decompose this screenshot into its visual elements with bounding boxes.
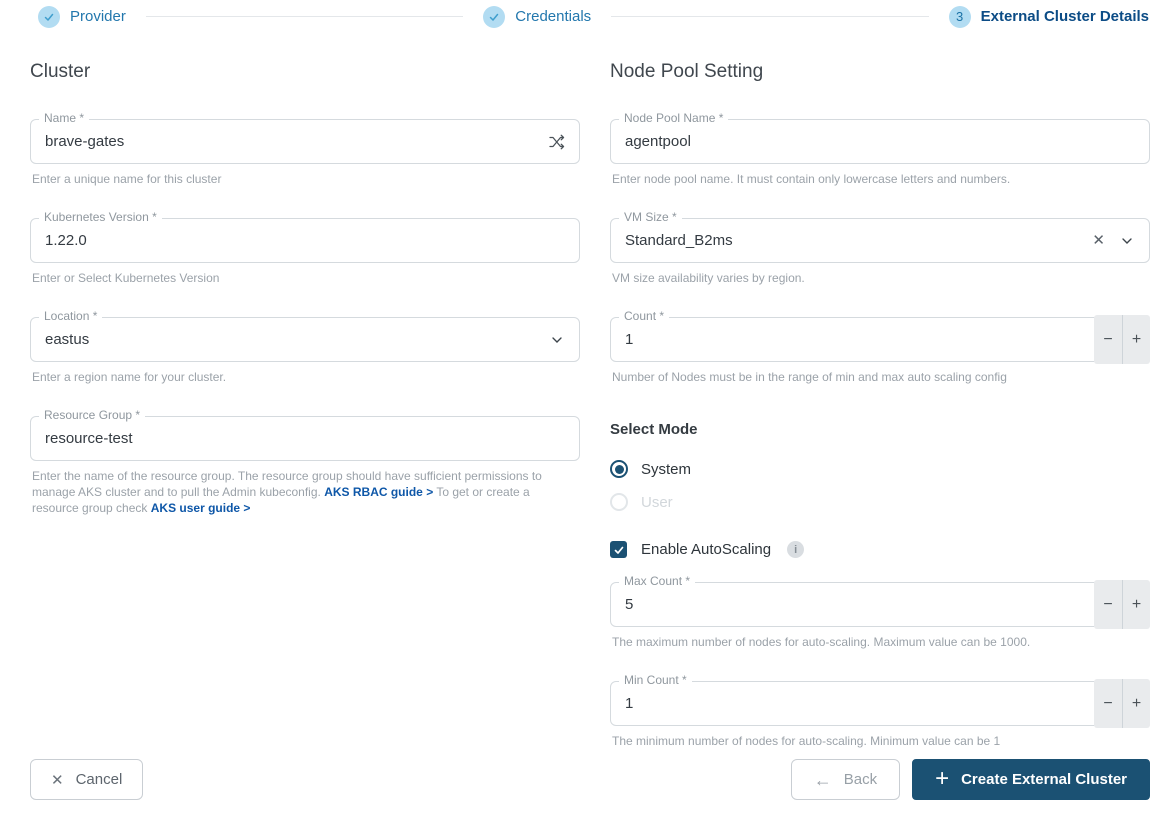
count-helper: Number of Nodes must be in the range of … xyxy=(612,370,1007,384)
max-count-field: Max Count * 5 − + xyxy=(610,574,1150,629)
kubernetes-version-value: 1.22.0 xyxy=(45,232,87,249)
kubernetes-version-helper: Enter or Select Kubernetes Version xyxy=(32,271,220,285)
count-field: Count * 1 − + xyxy=(610,309,1150,364)
stepper-connector xyxy=(145,16,464,17)
node-pool-name-label: Node Pool Name * xyxy=(619,111,729,126)
count-label: Count * xyxy=(619,309,670,324)
step-complete-icon xyxy=(483,5,506,28)
vm-size-select[interactable]: Standard_B2ms ✕ xyxy=(610,218,1150,263)
cluster-name-input[interactable]: brave-gates xyxy=(30,119,580,164)
min-count-value: 1 xyxy=(625,695,634,712)
mode-user-label: User xyxy=(641,493,673,511)
chevron-down-icon[interactable] xyxy=(1119,233,1135,249)
stepper-step-provider[interactable]: Provider xyxy=(38,5,126,28)
close-icon: ✕ xyxy=(51,771,64,789)
max-count-stepper: − + xyxy=(1094,580,1150,629)
min-count-decrement-button[interactable]: − xyxy=(1094,679,1122,728)
back-button-label: Back xyxy=(843,771,878,788)
resource-group-value: resource-test xyxy=(45,430,133,447)
step-complete-icon xyxy=(38,5,60,28)
enable-autoscaling-label: Enable AutoScaling xyxy=(641,541,772,558)
max-count-label: Max Count * xyxy=(619,574,696,589)
cancel-button[interactable]: ✕ Cancel xyxy=(30,759,144,800)
node-pool-name-value: agentpool xyxy=(625,133,691,150)
footer-actions: ✕ Cancel ← Back + Create External Cluste… xyxy=(0,759,1173,821)
count-decrement-button[interactable]: − xyxy=(1094,315,1122,364)
step-label-credentials: Credentials xyxy=(515,8,592,25)
plus-icon: + xyxy=(935,764,950,792)
max-count-value: 5 xyxy=(625,596,634,613)
aks-rbac-guide-link[interactable]: AKS RBAC guide > xyxy=(324,485,433,499)
cluster-name-helper: Enter a unique name for this cluster xyxy=(32,172,222,186)
resource-group-helper: Enter the name of the resource group. Th… xyxy=(32,468,556,516)
min-count-label: Min Count * xyxy=(619,673,692,688)
stepper-connector xyxy=(611,16,929,17)
step-number-badge: 3 xyxy=(948,5,971,28)
kubernetes-version-field: Kubernetes Version * 1.22.0 xyxy=(30,210,580,263)
cluster-section-title: Cluster xyxy=(30,61,91,82)
stepper-step-credentials[interactable]: Credentials xyxy=(483,5,592,28)
mode-system-label: System xyxy=(641,460,692,478)
enable-autoscaling-row[interactable]: Enable AutoScaling i xyxy=(610,541,1150,558)
location-value: eastus xyxy=(45,331,90,348)
clear-icon[interactable]: ✕ xyxy=(1092,233,1105,248)
form-content: Cluster Name * brave-gates Enter a uniqu… xyxy=(0,28,1173,759)
wizard-stepper: Provider Credentials 3 External Cluster … xyxy=(0,0,1173,28)
resource-group-field: Resource Group * resource-test xyxy=(30,408,580,461)
node-pool-section: Node Pool Setting Node Pool Name * agent… xyxy=(610,28,1150,759)
cancel-button-label: Cancel xyxy=(75,771,123,788)
location-field: Location * eastus xyxy=(30,309,580,362)
step-label-external-cluster-details: External Cluster Details xyxy=(980,8,1150,25)
vm-size-value: Standard_B2ms xyxy=(625,232,733,249)
min-count-helper: The minimum number of nodes for auto-sca… xyxy=(612,734,1001,748)
cluster-name-label: Name * xyxy=(39,111,90,126)
create-button-label: Create External Cluster xyxy=(961,771,1127,788)
cluster-name-value: brave-gates xyxy=(45,133,125,150)
mode-option-system[interactable]: System xyxy=(610,460,1150,478)
node-pool-section-title: Node Pool Setting xyxy=(610,61,764,82)
count-increment-button[interactable]: + xyxy=(1122,315,1150,364)
max-count-decrement-button[interactable]: − xyxy=(1094,580,1122,629)
count-input[interactable]: 1 xyxy=(610,317,1104,362)
location-helper: Enter a region name for your cluster. xyxy=(32,370,227,384)
checkbox-checked-icon[interactable] xyxy=(610,541,627,558)
count-value: 1 xyxy=(625,331,634,348)
check-icon xyxy=(614,546,623,554)
location-label: Location * xyxy=(39,309,103,324)
node-pool-name-field: Node Pool Name * agentpool xyxy=(610,111,1150,164)
max-count-helper: The maximum number of nodes for auto-sca… xyxy=(612,635,1031,649)
min-count-increment-button[interactable]: + xyxy=(1122,679,1150,728)
back-button[interactable]: ← Back xyxy=(790,759,901,800)
resource-group-label: Resource Group * xyxy=(39,408,146,423)
min-count-stepper: − + xyxy=(1094,679,1150,728)
check-icon xyxy=(490,13,499,21)
mode-option-user: User xyxy=(610,493,1150,511)
step-number: 3 xyxy=(955,9,964,24)
aks-user-guide-link[interactable]: AKS user guide > xyxy=(151,501,251,515)
vm-size-label: VM Size * xyxy=(619,210,682,225)
count-stepper: − + xyxy=(1094,315,1150,364)
cluster-section: Cluster Name * brave-gates Enter a uniqu… xyxy=(30,28,580,759)
step-label-provider: Provider xyxy=(70,8,126,25)
arrow-left-icon: ← xyxy=(813,769,832,790)
vm-size-field: VM Size * Standard_B2ms ✕ xyxy=(610,210,1150,263)
radio-disabled-icon xyxy=(610,493,628,511)
kubernetes-version-label: Kubernetes Version * xyxy=(39,210,162,225)
max-count-increment-button[interactable]: + xyxy=(1122,580,1150,629)
min-count-field: Min Count * 1 − + xyxy=(610,673,1150,728)
info-icon[interactable]: i xyxy=(787,541,805,558)
chevron-down-icon[interactable] xyxy=(549,332,565,348)
check-icon xyxy=(44,13,54,21)
select-mode-title: Select Mode xyxy=(610,421,698,438)
shuffle-name-icon[interactable] xyxy=(547,133,565,151)
cluster-name-field: Name * brave-gates xyxy=(30,111,580,164)
location-select[interactable]: eastus xyxy=(30,317,580,362)
create-external-cluster-button[interactable]: + Create External Cluster xyxy=(912,759,1150,800)
node-pool-name-helper: Enter node pool name. It must contain on… xyxy=(612,172,1011,186)
stepper-step-external-cluster-details[interactable]: 3 External Cluster Details xyxy=(948,5,1150,28)
vm-size-helper: VM size availability varies by region. xyxy=(612,271,805,285)
radio-selected-icon[interactable] xyxy=(610,460,628,478)
